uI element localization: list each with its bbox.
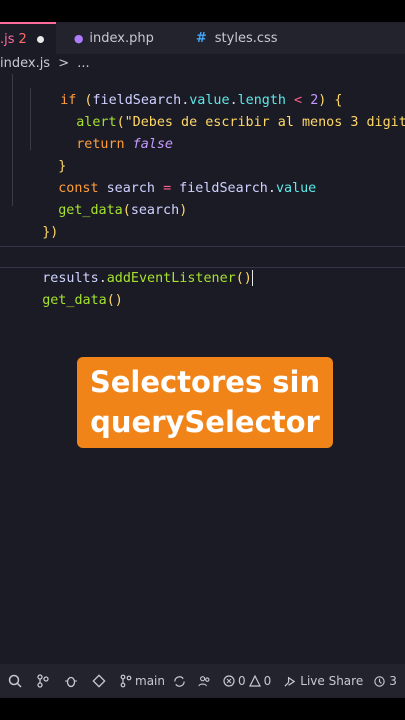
tab-problem-badge: 2 (18, 31, 27, 47)
branch-name: main (135, 674, 165, 688)
people-icon[interactable] (198, 675, 211, 688)
code-line: } (58, 159, 67, 174)
breadcrumb-more[interactable]: ... (77, 56, 89, 71)
unsaved-dot-icon[interactable] (36, 35, 44, 43)
live-share-label: Live Share (300, 674, 364, 688)
text-cursor (251, 270, 254, 286)
history-count: 3 (389, 674, 397, 688)
branch-indicator[interactable]: main (120, 674, 165, 688)
code-line: if (fieldSearch.value.length < 2) { (60, 93, 343, 108)
code-line: get_data() (42, 293, 123, 308)
editor-tabs: .js 2 ● index.php # styles.css (0, 22, 405, 54)
code-line: const search = fieldSearch.value (58, 181, 317, 196)
code-line: }) (42, 225, 59, 240)
overlay-line-2: querySelector (90, 405, 320, 439)
sync-icon[interactable] (173, 675, 186, 688)
code-line: get_data(search) (58, 203, 188, 218)
extensions-icon[interactable] (92, 674, 106, 688)
code-line: alert("Debes de escribir al menos 3 digi… (76, 115, 405, 130)
search-icon[interactable] (8, 674, 22, 688)
top-black-bar (0, 0, 405, 22)
live-share-icon (284, 676, 296, 687)
breadcrumb-file[interactable]: index.js (0, 56, 50, 71)
source-control-icon[interactable] (36, 674, 50, 688)
live-share-button[interactable]: Live Share (283, 674, 363, 688)
tab-index-js[interactable]: .js 2 (0, 22, 56, 54)
tab-label: styles.css (214, 30, 278, 46)
debug-bug-icon[interactable] (64, 674, 78, 688)
title-overlay: Selectores sin querySelector (77, 357, 333, 448)
history-indicator[interactable]: 3 (373, 674, 397, 688)
overlay-line-1: Selectores sin (89, 365, 321, 399)
tab-index-php[interactable]: ● index.php (56, 22, 166, 54)
tab-label: index.php (89, 30, 154, 46)
indent-guide (12, 74, 13, 206)
tab-styles-css[interactable]: # styles.css (166, 22, 290, 54)
warning-icon (248, 675, 261, 687)
problems-indicator[interactable]: 0 0 (223, 674, 271, 688)
error-icon (223, 675, 235, 687)
bottom-black-bar (0, 698, 405, 720)
hash-icon: # (195, 30, 207, 46)
breadcrumb-separator: > (58, 56, 70, 71)
warning-count: 0 (263, 674, 272, 688)
git-branch-icon (120, 674, 132, 688)
code-line: results.addEventListener() (42, 270, 254, 286)
php-elephant-icon: ● (73, 31, 84, 45)
history-icon (374, 675, 385, 687)
tab-label: .js (0, 31, 15, 47)
status-bar: main 0 0 Live Share 3 (0, 664, 405, 698)
error-count: 0 (237, 674, 246, 688)
code-line: return false (76, 137, 173, 152)
breadcrumb: index.js > ... (0, 54, 405, 74)
